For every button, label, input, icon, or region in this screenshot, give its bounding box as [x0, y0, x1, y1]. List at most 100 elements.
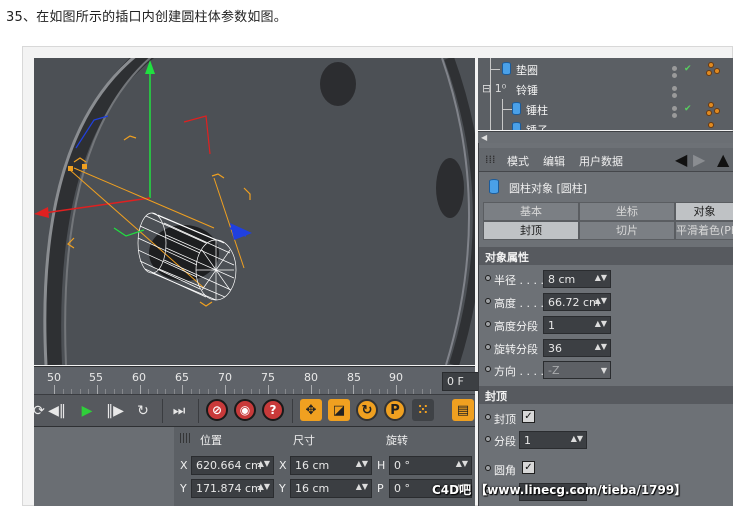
- grip-icon: ⁞⁞⁞: [485, 153, 496, 166]
- radius-field[interactable]: 8 cm ▲▼: [543, 270, 611, 288]
- material-tag-icon[interactable]: [706, 100, 724, 116]
- back-arrow-icon[interactable]: ◀: [675, 150, 687, 169]
- size-x-field[interactable]: 16 cm ▲▼: [290, 456, 372, 475]
- menu-user-data[interactable]: 用户数据: [579, 153, 623, 169]
- prop-caps: 封顶 ✓: [485, 408, 733, 428]
- animation-dot-icon[interactable]: [485, 321, 491, 327]
- rotation-segments-field[interactable]: 36 ▲▼: [543, 339, 611, 357]
- height-segments-value: 1: [548, 319, 555, 332]
- prop-label: 分段: [494, 435, 516, 448]
- position-header: 位置: [200, 434, 222, 447]
- animation-dot-icon[interactable]: [485, 414, 491, 420]
- enabled-check-icon[interactable]: ✔: [684, 104, 692, 114]
- timeline-tick-label: 60: [132, 371, 146, 384]
- object-name: 锤柱: [526, 104, 548, 117]
- point-level-icon[interactable]: ⁙: [412, 399, 434, 421]
- go-to-end-button[interactable]: ⏭: [168, 400, 190, 422]
- timeline-ruler[interactable]: 50 55 60 65 70 75 80 85 90 0 F ▲▼: [34, 366, 508, 394]
- render-visibility-dot[interactable]: [672, 73, 677, 78]
- tab-caps[interactable]: 封顶: [483, 221, 579, 240]
- size-y-field[interactable]: 16 cm ▲▼: [290, 479, 372, 498]
- height-field[interactable]: 66.72 cm ▲▼: [543, 293, 611, 311]
- spinner-arrows-icon: ▲▼: [570, 434, 583, 443]
- animation-dot-icon[interactable]: [485, 275, 491, 281]
- animation-dot-icon[interactable]: [485, 298, 491, 304]
- scale-icon[interactable]: ◪: [328, 399, 350, 421]
- height-value: 66.72 cm: [548, 296, 600, 309]
- cylinder-icon: [512, 122, 521, 130]
- section-caps[interactable]: 封顶: [479, 386, 733, 404]
- rotate-icon[interactable]: ↻: [356, 399, 378, 421]
- size-y-label: Y: [279, 482, 286, 495]
- animation-dot-icon[interactable]: [485, 366, 491, 372]
- object-row[interactable]: 锤柱: [478, 99, 733, 130]
- section-object-properties[interactable]: 对象属性: [479, 247, 733, 265]
- render-visibility-dot[interactable]: [672, 113, 677, 118]
- parameter-icon[interactable]: P: [384, 399, 406, 421]
- panel-grip-icon[interactable]: [180, 433, 190, 443]
- record-keys-icon[interactable]: ⊘: [206, 399, 228, 421]
- prop-label: 高度 . . . .: [494, 297, 544, 310]
- rotation-segments-value: 36: [548, 342, 562, 355]
- material-tag-icon[interactable]: [706, 60, 724, 76]
- position-x-label: X: [180, 459, 188, 472]
- size-x-value: 16 cm: [295, 459, 330, 472]
- timeline-major-tick: [353, 385, 355, 394]
- position-x-field[interactable]: 620.664 cm ▲▼: [191, 456, 274, 475]
- caps-checkbox[interactable]: ✓: [522, 410, 535, 423]
- expand-collapse-icon[interactable]: ⊟ 1⁰: [482, 82, 506, 95]
- tab-basic[interactable]: 基本: [483, 202, 579, 221]
- animation-dot-icon[interactable]: [485, 436, 491, 442]
- prop-label: 半径 . . . .: [494, 274, 544, 287]
- menu-edit[interactable]: 编辑: [543, 153, 565, 169]
- editor-visibility-dot[interactable]: [672, 106, 677, 111]
- loop-icon[interactable]: ↻: [132, 400, 154, 422]
- film-strip-icon[interactable]: ▤: [452, 399, 474, 421]
- cylinder-icon: [502, 62, 511, 75]
- previous-key-button[interactable]: ◀‖: [46, 400, 68, 422]
- rotation-h-field[interactable]: 0 ° ▲▼: [389, 456, 472, 475]
- tree-connector: [502, 109, 512, 110]
- tree-connector: [490, 69, 500, 70]
- timeline-tick-label: 55: [89, 371, 103, 384]
- height-segments-field[interactable]: 1 ▲▼: [543, 316, 611, 334]
- auto-key-icon[interactable]: ◉: [234, 399, 256, 421]
- tab-slice[interactable]: 切片: [579, 221, 675, 240]
- play-button[interactable]: ▶: [76, 400, 98, 422]
- object-name: 铃锤: [516, 84, 538, 97]
- move-icon[interactable]: ✥: [300, 399, 322, 421]
- orientation-dropdown[interactable]: -Z ▼: [543, 361, 611, 379]
- timeline-tick-label: 70: [218, 371, 232, 384]
- rotation-p-value: 0 °: [394, 482, 410, 495]
- scroll-left-icon[interactable]: ◀: [481, 134, 490, 142]
- editor-visibility-dot[interactable]: [672, 86, 677, 91]
- tab-coordinates[interactable]: 坐标: [579, 202, 675, 221]
- 3d-viewport[interactable]: [34, 58, 475, 365]
- next-key-button[interactable]: ‖▶: [104, 400, 126, 422]
- enabled-check-icon[interactable]: ✔: [684, 64, 692, 74]
- object-row[interactable]: ⊟ 1⁰ 铃锤: [478, 79, 733, 99]
- spinner-arrows-icon: ▲▼: [257, 482, 270, 491]
- prop-label: 高度分段: [494, 320, 538, 333]
- tab-object[interactable]: 对象: [675, 202, 733, 221]
- object-manager-scrollbar[interactable]: ◀: [478, 131, 733, 143]
- prop-cap-segments: 分段 1 ▲▼: [485, 430, 733, 450]
- menu-mode[interactable]: 模式: [507, 153, 529, 169]
- keyframe-selection-icon[interactable]: ?: [262, 399, 284, 421]
- object-row[interactable]: 锤子: [478, 119, 733, 130]
- position-y-field[interactable]: 171.874 cm ▲▼: [191, 479, 274, 498]
- cap-segments-field[interactable]: 1 ▲▼: [519, 431, 587, 449]
- editor-visibility-dot[interactable]: [672, 66, 677, 71]
- fillet-checkbox[interactable]: ✓: [522, 461, 535, 474]
- animation-dot-icon[interactable]: [485, 344, 491, 350]
- attribute-manager: ⁞⁞⁞ 模式 编辑 用户数据 ◀ ▶ ▲ 圆柱对象 [圆柱] 基本 坐标 对象 …: [478, 143, 733, 506]
- cursor-arrow-icon[interactable]: ▲: [717, 150, 729, 169]
- tab-phong[interactable]: 平滑着色(Ph: [675, 221, 733, 240]
- render-visibility-dot[interactable]: [672, 93, 677, 98]
- forward-arrow-icon[interactable]: ▶: [693, 150, 705, 169]
- timeline-major-tick: [54, 385, 55, 394]
- animation-dot-icon[interactable]: [485, 465, 491, 471]
- toolbar-divider: [198, 399, 199, 423]
- object-row[interactable]: 垫圈: [478, 59, 733, 79]
- size-y-value: 16 cm: [295, 482, 330, 495]
